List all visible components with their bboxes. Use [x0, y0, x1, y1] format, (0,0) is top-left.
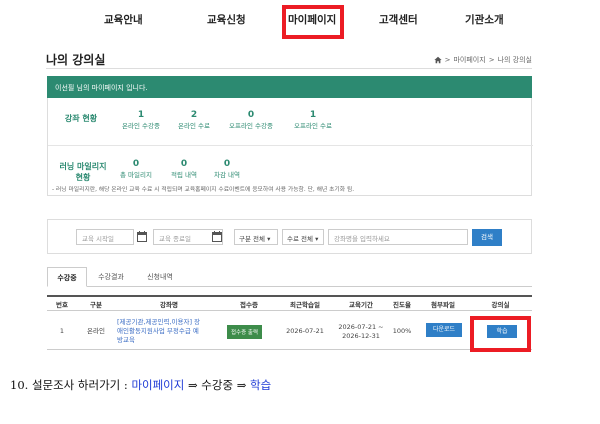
- receipt-print-button[interactable]: 접수증 출력: [227, 325, 263, 339]
- course-title-line2: 애인활동지원사업 부정수급 예: [117, 327, 199, 335]
- instruction-arrow: ⇒: [184, 378, 202, 392]
- status-divider: [48, 145, 533, 146]
- course-title-line1: [제공기관,제공인력,이용자] 장: [117, 318, 201, 326]
- breadcrumb: > 마이페이지 > 나의 강의실: [434, 55, 532, 65]
- stat-label: 차감 내역: [214, 171, 240, 179]
- calendar-icon[interactable]: [212, 231, 222, 242]
- nav-item-about[interactable]: 기관소개: [465, 12, 504, 27]
- stat-value: 1: [137, 110, 145, 120]
- instruction-step-ongoing: 수강중: [201, 378, 234, 392]
- course-status-label: 강좌 현황: [64, 114, 98, 123]
- mypage-highlight-box: [282, 5, 344, 39]
- page-title: 나의 강의실: [46, 53, 106, 67]
- home-icon[interactable]: [434, 56, 442, 64]
- title-divider: [46, 68, 532, 69]
- stat-label: 오프라인 수강중: [229, 122, 273, 130]
- chevron-down-icon: ▾: [267, 235, 271, 243]
- download-button[interactable]: 다운로드: [426, 323, 462, 337]
- breadcrumb-separator: >: [488, 56, 495, 64]
- learn-highlight-box: [470, 316, 531, 352]
- tab-applications[interactable]: 신청내역: [135, 267, 185, 287]
- stat-value: 0: [223, 159, 231, 169]
- start-date-input[interactable]: 교육 시작일: [76, 229, 134, 245]
- column-header: 강좌명: [160, 301, 178, 309]
- column-header: 구분: [90, 301, 102, 309]
- tab-bar: 수강중 수강결과 신청내역: [47, 267, 532, 287]
- search-button[interactable]: 검색: [472, 229, 502, 246]
- stat-offline-ongoing: 0 오프라인 수강중: [223, 109, 279, 131]
- nav-item-education-info[interactable]: 교육안내: [104, 12, 143, 27]
- breadcrumb-current: 나의 강의실: [497, 56, 532, 64]
- column-header: 강의실: [491, 301, 510, 309]
- cell-last-study: 2026-07-21: [286, 327, 324, 335]
- column-header: 첨부파일: [431, 301, 455, 309]
- mileage-status-label: 러닝 마일리지 현황: [54, 161, 112, 183]
- mileage-note: - 러닝 마일리지란, 해당 온라인 교육 수료 시 적립되며 교육홈페이지 수…: [52, 187, 355, 193]
- nav-item-education-apply[interactable]: 교육신청: [207, 12, 246, 27]
- nav-item-customer-center[interactable]: 고객센터: [379, 12, 418, 27]
- table-row: 1 온라인 [제공기관,제공인력,이용자] 장 애인활동지원사업 부정수급 예 …: [47, 312, 532, 350]
- stat-value: 0: [247, 110, 255, 120]
- stat-deducted-mileage: 0 차감 내역: [199, 158, 255, 180]
- cell-period: 2026-07-21 ~ 2026-12-31: [335, 323, 387, 341]
- mileage-label-line2: 현황: [75, 173, 91, 182]
- cell-type: 온라인: [87, 327, 105, 335]
- tab-results[interactable]: 수강결과: [87, 267, 135, 287]
- type-select-value: 구분 전체: [239, 235, 265, 243]
- table-header: 번호 구분 강좌명 접수증 최근학습일 교육기간 진도율 첨부파일 강의실: [47, 295, 532, 311]
- instruction-step-learn: 학습: [250, 378, 272, 392]
- instruction-text: 10. 설문조사 하러가기 : 마이페이지 ⇒ 수강중 ⇒ 학습: [10, 377, 271, 393]
- keyword-input[interactable]: 강좌명을 입력하세요: [328, 229, 468, 245]
- welcome-banner: 이선필 님의 마이페이지 입니다.: [47, 76, 532, 98]
- breadcrumb-separator: >: [444, 56, 451, 64]
- instruction-arrow: ⇒: [233, 378, 250, 392]
- column-header: 접수증: [240, 301, 258, 309]
- column-header: 번호: [56, 301, 68, 309]
- completion-select[interactable]: 수료 전체 ▾: [282, 229, 324, 245]
- cell-progress: 100%: [392, 327, 412, 335]
- calendar-icon[interactable]: [137, 231, 147, 242]
- type-select[interactable]: 구분 전체 ▾: [234, 229, 278, 245]
- course-title-line3: 방교육: [117, 336, 135, 344]
- period-start: 2026-07-21 ~: [338, 323, 384, 331]
- stat-label: 온라인 수강중: [122, 122, 160, 130]
- tab-ongoing[interactable]: 수강중: [47, 267, 87, 287]
- instruction-step-mypage: 마이페이지: [131, 378, 185, 392]
- stat-label: 오프라인 수료: [294, 122, 332, 130]
- search-panel: 교육 시작일 교육 종료일 구분 전체 ▾ 수료 전체 ▾ 강좌명을 입력하세요…: [47, 219, 532, 254]
- course-title-link[interactable]: [제공기관,제공인력,이용자] 장 애인활동지원사업 부정수급 예 방교육: [117, 318, 225, 345]
- stat-value: 2: [190, 110, 198, 120]
- stat-value: 1: [309, 110, 317, 120]
- column-header: 진도율: [393, 301, 411, 309]
- column-header: 최근학습일: [290, 301, 320, 309]
- stat-label: 온라인 수료: [178, 122, 210, 130]
- instruction-prefix: 10. 설문조사 하러가기 :: [10, 378, 132, 392]
- status-panel: 강좌 현황 1 온라인 수강중 2 온라인 수료 0 오프라인 수강중 1 오프…: [47, 98, 533, 196]
- period-end: 2026-12-31: [342, 332, 380, 340]
- cell-number: 1: [59, 327, 65, 335]
- column-header: 교육기간: [349, 301, 373, 309]
- mileage-label-line1: 러닝 마일리지: [59, 162, 107, 171]
- stat-online-complete: 2 온라인 수료: [166, 109, 222, 131]
- stat-online-ongoing: 1 온라인 수강중: [113, 109, 169, 131]
- completion-select-value: 수료 전체: [287, 235, 313, 243]
- stat-offline-complete: 1 오프라인 수료: [285, 109, 341, 131]
- chevron-down-icon: ▾: [315, 235, 319, 243]
- breadcrumb-mypage[interactable]: 마이페이지: [453, 55, 485, 65]
